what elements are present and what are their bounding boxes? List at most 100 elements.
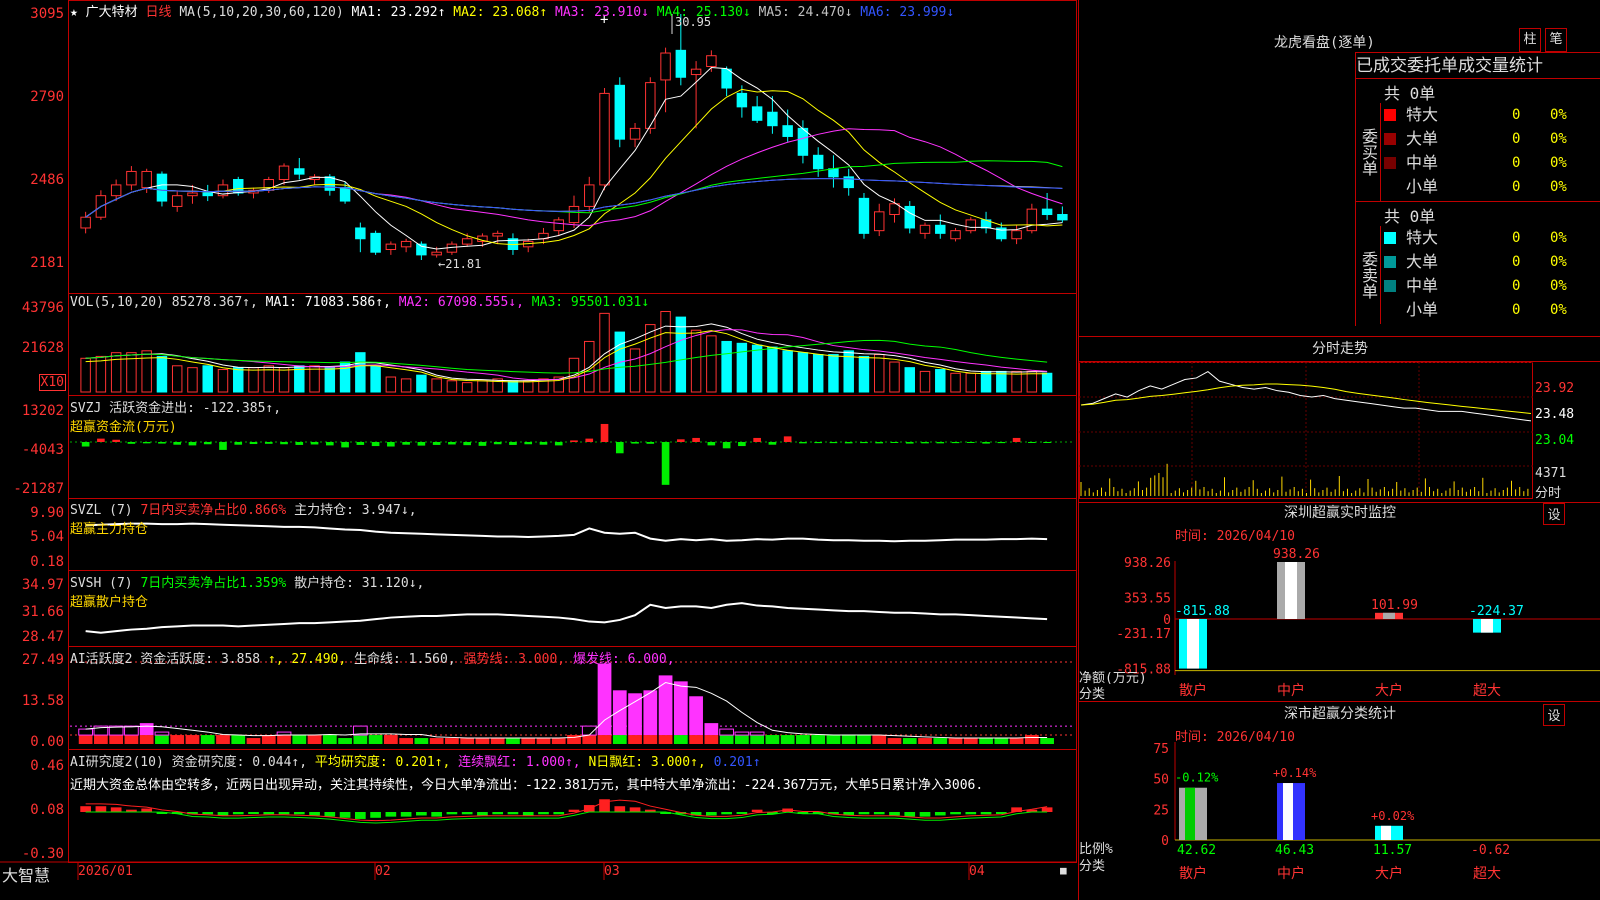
volume-bar: [141, 350, 152, 393]
activity-bar: [887, 738, 902, 744]
research-bar: [706, 812, 717, 816]
activity-bar: [628, 735, 642, 744]
activity-bar: [261, 735, 276, 744]
activity-bar-top: [749, 731, 765, 736]
research-bar: [965, 812, 977, 815]
intraday-axis-tick: 23.48: [1535, 407, 1575, 422]
flow-bar: [493, 442, 502, 445]
candle-body: [629, 127, 641, 140]
order-swatch: [1384, 157, 1396, 169]
lock-icon[interactable]: ■: [1060, 864, 1067, 877]
candle-body: [599, 92, 610, 186]
svzl-title: SVZL (7): [70, 503, 133, 518]
candle-body: [904, 205, 915, 229]
sell-order-total: 共 0单: [1384, 207, 1436, 226]
volume-bar: [370, 365, 381, 393]
research-bar: [751, 809, 763, 812]
vol-axis-tick: 43796: [21, 300, 64, 316]
svzl-extra: 主力持仓: 3.947↓,: [294, 503, 417, 518]
tick-mode-button[interactable]: 笔: [1545, 28, 1567, 52]
svzl-tag: 7日内买卖净占比0.866%: [140, 503, 287, 518]
volume-bar: [996, 370, 1007, 393]
order-percent: 0%: [1550, 155, 1567, 171]
class-bar-value: 11.57: [1373, 843, 1412, 858]
activity-line: [85, 682, 1048, 739]
candle-body: [202, 192, 213, 197]
volume-bar: [706, 335, 717, 393]
flow-bar: [631, 442, 639, 444]
order-swatch: [1384, 109, 1396, 121]
candle-body: [355, 227, 366, 240]
candle-body: [156, 173, 168, 202]
activity-bar-top: [628, 693, 642, 736]
candle-body: [461, 238, 473, 245]
monitor-xlabel: 分类: [1079, 687, 1106, 702]
flow-bar: [356, 442, 365, 445]
activity-bar-top: [612, 690, 627, 736]
research-bar: [416, 812, 427, 816]
flow-bar: [264, 442, 273, 444]
activity-axis-tick: 27.49: [21, 652, 64, 668]
activity-bar-top: [139, 723, 154, 736]
activity-bar: [155, 735, 169, 744]
bar-mode-button[interactable]: 柱: [1519, 28, 1541, 52]
intraday-chart[interactable]: [1079, 362, 1600, 502]
retail-holding-axis-tick: 34.97: [21, 577, 64, 593]
volume-bar: [889, 361, 900, 393]
activity-bar: [948, 738, 963, 744]
activity-bar-top: [643, 690, 658, 736]
flow-panel-header: SVZJ 活跃资金进出: -122.385↑, 超赢资金流(万元): [70, 397, 281, 435]
period-label[interactable]: 日线: [145, 5, 171, 20]
activity-bar: [475, 738, 490, 744]
flow-bar: [234, 442, 243, 445]
candle-body: [584, 184, 595, 207]
flow-bar: [402, 442, 410, 445]
flow-bar: [310, 442, 319, 445]
price-axis-tick: 2181: [30, 255, 64, 271]
volume-bar: [599, 312, 610, 393]
class-bar-change: +0.14%: [1273, 766, 1317, 780]
order-row: 大单 0 0%: [1382, 127, 1600, 151]
intraday-panel: 分时走势 23.92 23.48 23.04 4371 分时: [1079, 337, 1600, 503]
low-price-label: ←21.81: [438, 257, 481, 271]
flow-bar: [997, 442, 1006, 444]
research-bar: [248, 812, 259, 814]
flow-bar: [982, 442, 990, 444]
candle-body: [614, 84, 626, 140]
activity-bar: [307, 735, 322, 744]
flow-bar: [127, 442, 136, 444]
monitor-bar-highlight: [1285, 562, 1297, 619]
flow-bar: [951, 442, 960, 444]
order-name: 中单: [1406, 153, 1439, 172]
activity-bar: [322, 735, 337, 744]
volume-bar: [171, 365, 183, 393]
flow-bar: [524, 442, 533, 445]
research-bars: [80, 799, 1053, 824]
flow-bar: [249, 442, 258, 445]
volume-bar: [400, 378, 412, 393]
ai1-v2: ↑, 27.490,: [267, 652, 347, 667]
flow-bar: [1012, 437, 1021, 442]
order-swatch: [1384, 133, 1396, 145]
volume-bars: [80, 310, 1053, 393]
candle-body: [1041, 208, 1053, 216]
order-value: 0: [1512, 254, 1521, 270]
flow-bar: [783, 436, 792, 442]
candle-body: [1057, 214, 1068, 221]
flow-bar: [936, 442, 945, 444]
flow-bar: [341, 442, 349, 448]
svsh-extra: 散户持仓: 31.120↓,: [294, 576, 425, 591]
class-category: 大户: [1375, 865, 1403, 882]
research-bar: [309, 812, 320, 816]
main-holding-axis-tick: 9.90: [30, 505, 64, 521]
ma-values: MA1: 23.292↑ MA2: 23.068↑ MA3: 23.910↓ M…: [352, 5, 955, 20]
research-bar: [507, 812, 519, 815]
activity-bar: [139, 735, 154, 744]
research-bar: [339, 812, 351, 818]
svzl-subtitle: 超赢主力持仓: [70, 522, 149, 537]
activity-bar: [277, 735, 291, 744]
activity-bar-top: [719, 728, 734, 736]
research-bar: [873, 812, 885, 815]
ma-value: MA2: 23.068↑: [445, 5, 548, 20]
activity-bar: [1009, 738, 1024, 744]
